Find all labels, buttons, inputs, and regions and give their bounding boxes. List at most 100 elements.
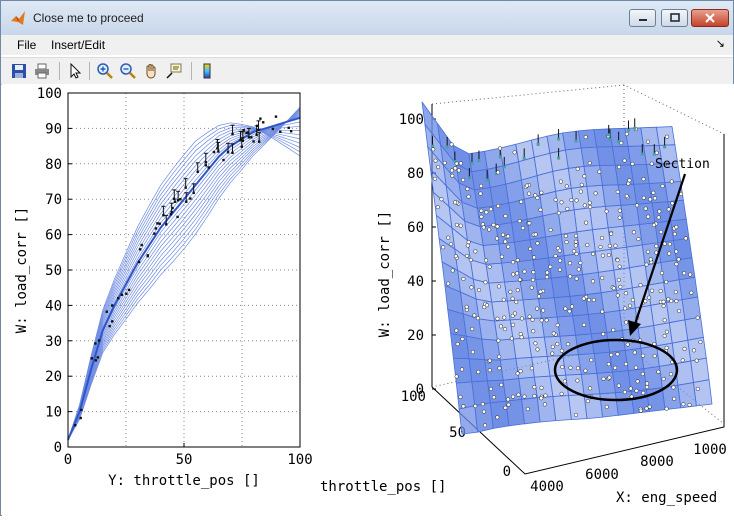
data-point <box>204 164 207 167</box>
sensitivity-curve <box>67 113 301 441</box>
surface-marker <box>664 345 669 350</box>
colorbar-button[interactable] <box>197 61 217 81</box>
menu-file[interactable]: File <box>17 38 36 52</box>
surface-marker <box>510 313 515 318</box>
surface-marker <box>615 352 620 357</box>
z-tick-label: 80 <box>407 166 424 182</box>
surface-marker <box>536 294 542 299</box>
surface-marker <box>672 396 677 401</box>
surface-marker <box>674 249 679 254</box>
close-button[interactable] <box>691 9 729 27</box>
pointer-button[interactable] <box>65 61 85 81</box>
z-tick-label: 20 <box>407 328 424 344</box>
y3-tick-label: 0 <box>503 464 511 480</box>
pan-button[interactable] <box>141 61 161 81</box>
surface-marker <box>627 178 632 183</box>
surface-marker <box>676 257 681 262</box>
surface-marker <box>557 267 562 272</box>
surface-marker <box>476 369 481 374</box>
figure-svg: 01020304050607080901000 50 100Y: throttle_… <box>14 84 727 506</box>
surface-marker <box>449 142 454 147</box>
surface-patch <box>499 143 520 167</box>
print-button[interactable] <box>32 61 52 81</box>
data-point <box>239 139 242 142</box>
data-point <box>162 214 165 217</box>
print-icon <box>35 63 49 79</box>
surface-patch <box>612 370 632 394</box>
surface-marker <box>607 243 612 248</box>
surface-marker <box>677 308 682 314</box>
minimize-button[interactable] <box>629 9 656 27</box>
data-point <box>158 222 161 225</box>
surface-marker <box>644 262 649 267</box>
surface-marker <box>520 226 526 231</box>
menu-insert-edit[interactable]: Insert/Edit <box>51 38 105 52</box>
surface-marker <box>560 364 565 370</box>
surface-marker <box>544 275 550 280</box>
data-cursor-button[interactable] <box>164 61 184 81</box>
data-point <box>196 170 199 173</box>
surface-marker <box>530 277 536 283</box>
surface-marker <box>638 408 643 413</box>
data-point <box>179 197 182 201</box>
surface-marker <box>568 365 573 370</box>
surface-marker <box>450 173 455 178</box>
surface-marker <box>548 264 553 269</box>
menu-overflow-icon[interactable]: ↘ <box>716 37 725 50</box>
surface-marker <box>491 395 496 400</box>
surface-marker <box>519 316 524 321</box>
surface-marker <box>487 358 492 363</box>
surface-patch <box>539 190 559 217</box>
surface-marker <box>511 272 516 277</box>
surface-marker <box>522 269 527 274</box>
x3-tick-label: 1000 <box>693 442 727 458</box>
surface-marker <box>668 372 674 377</box>
surface-marker <box>496 203 501 208</box>
surface-marker <box>527 221 532 226</box>
surface-marker-top <box>502 165 506 169</box>
surface-marker <box>598 244 603 250</box>
surface-marker <box>645 381 650 386</box>
surface-marker <box>636 237 641 242</box>
surface-marker <box>503 405 508 410</box>
surface-marker-top <box>430 144 434 148</box>
surface-marker <box>601 332 606 337</box>
surface-marker <box>483 280 488 285</box>
surface-marker <box>611 327 616 333</box>
title-bar[interactable]: Close me to proceed <box>1 1 733 36</box>
data-point <box>79 416 82 420</box>
surface-marker <box>527 314 532 319</box>
surface-marker <box>558 179 563 184</box>
surface-marker <box>616 277 621 282</box>
save-button[interactable] <box>9 61 29 81</box>
surface-marker <box>617 215 622 220</box>
surface-marker <box>613 365 618 370</box>
figure-window: Close me to proceed File Insert/Edit ↘ 0… <box>0 0 734 516</box>
surface-marker <box>466 194 471 199</box>
surface-marker <box>488 386 493 392</box>
surface-marker <box>450 268 455 273</box>
x3-tick-label: 6000 <box>585 467 619 483</box>
zoom-out-button[interactable] <box>118 61 138 81</box>
surface-marker <box>535 241 540 246</box>
surface-marker <box>432 176 438 181</box>
surface-marker <box>635 203 640 208</box>
surface-patch <box>553 295 574 318</box>
surface-marker <box>638 283 643 288</box>
surface-marker <box>695 386 700 391</box>
surface-marker <box>660 184 665 189</box>
surface-marker <box>453 200 458 205</box>
surface-marker <box>496 284 502 289</box>
surface-marker <box>615 189 620 194</box>
data-point <box>117 297 120 300</box>
zoom-in-button[interactable] <box>95 61 115 81</box>
surface-marker <box>559 391 564 396</box>
surface-marker <box>550 344 555 349</box>
surface-marker <box>483 423 488 428</box>
surface-marker <box>481 225 486 230</box>
maximize-button[interactable] <box>661 9 688 27</box>
y-tick-label: 50 <box>45 263 62 279</box>
surface-marker <box>667 251 672 256</box>
surface-marker <box>658 289 663 294</box>
data-point <box>287 126 290 130</box>
